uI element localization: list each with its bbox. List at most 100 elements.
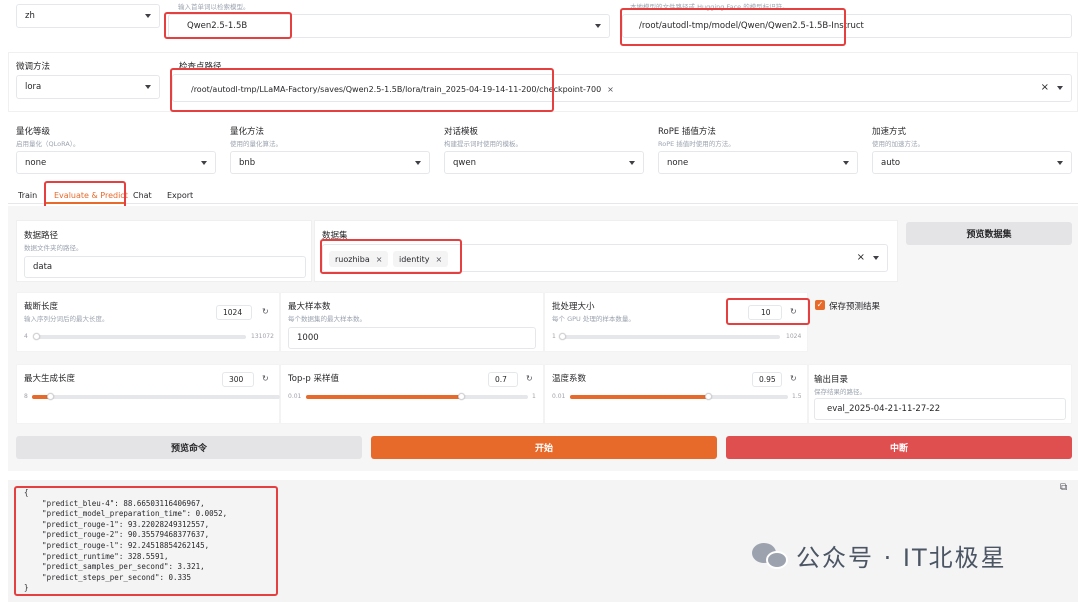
clear-icon[interactable]: × <box>1041 82 1049 93</box>
tab-chat[interactable]: Chat <box>133 191 152 200</box>
watermark: 公众号 · IT北极星 <box>752 538 1007 573</box>
dataset-dir-info: 数据文件夹的路径。 <box>24 244 83 252</box>
maxnew-track[interactable] <box>32 395 280 399</box>
outdir-info: 保存结果的路径。 <box>814 388 866 396</box>
topp-max: 1 <box>532 393 536 400</box>
quant-bit-value: none <box>25 157 47 168</box>
close-icon[interactable]: × <box>607 85 614 94</box>
quant-method-label: 量化方法 <box>230 127 265 137</box>
tab-export[interactable]: Export <box>167 191 193 200</box>
topp-value: 0.7 <box>495 375 507 384</box>
reset-icon[interactable]: ↻ <box>790 374 797 383</box>
dataset-dir-value: data <box>33 262 53 272</box>
maxnew-value: 300 <box>229 375 244 384</box>
preview-command-button[interactable]: 预览命令 <box>16 436 362 459</box>
chevron-down-icon <box>145 14 151 18</box>
reset-icon[interactable]: ↻ <box>262 374 269 383</box>
model-hint: 输入首单词以检索模型。 <box>178 3 250 11</box>
finetune-method-value: lora <box>25 82 42 92</box>
abort-button[interactable]: 中断 <box>726 436 1072 459</box>
temp-thumb[interactable] <box>704 393 712 400</box>
chevron-down-icon <box>843 160 849 165</box>
outdir-label: 输出目录 <box>814 375 849 385</box>
quant-bit-label: 量化等级 <box>16 127 51 137</box>
rope-label: RoPE 插值方法 <box>658 127 716 137</box>
save-predict-checkbox[interactable]: ✓ <box>815 300 825 310</box>
highlight-model-name <box>164 12 292 39</box>
temp-min: 0.01 <box>552 393 566 400</box>
quant-method-info: 使用的量化算法。 <box>230 140 282 148</box>
booster-info: 使用的加速方法。 <box>872 140 924 148</box>
copy-icon[interactable]: ⧉ <box>1060 482 1067 493</box>
booster-select[interactable]: auto <box>872 151 1072 174</box>
temp-value: 0.95 <box>759 375 776 384</box>
watermark-text: 公众号 · IT北极星 <box>796 544 1007 572</box>
batch-min: 1 <box>552 333 556 340</box>
start-button[interactable]: 开始 <box>371 436 717 459</box>
rope-value: none <box>667 157 689 168</box>
highlight-model-path <box>620 8 846 46</box>
dataset-dir-label: 数据路径 <box>24 231 59 241</box>
tab-train[interactable]: Train <box>18 191 37 200</box>
language-select[interactable]: zh <box>16 4 160 28</box>
reset-icon[interactable]: ↻ <box>526 374 533 383</box>
chevron-down-icon <box>1057 86 1063 90</box>
chevron-down-icon <box>629 160 635 165</box>
topp-label: Top-p 采样值 <box>288 374 340 384</box>
clear-icon[interactable]: × <box>857 252 865 263</box>
maxnew-thumb[interactable] <box>46 393 54 400</box>
batch-info: 每个 GPU 处理的样本数量。 <box>552 315 635 323</box>
maxsamples-value: 1000 <box>297 333 319 343</box>
cutoff-min: 4 <box>24 333 28 340</box>
highlight-dataset <box>320 239 462 274</box>
save-predict-label: 保存预测结果 <box>829 302 881 312</box>
topp-thumb[interactable] <box>457 393 465 400</box>
highlight-batch <box>726 298 810 325</box>
cutoff-track[interactable] <box>34 335 246 339</box>
temp-label: 温度系数 <box>552 374 587 384</box>
quant-bit-select[interactable]: none <box>16 151 216 174</box>
batch-thumb[interactable] <box>558 333 566 340</box>
chevron-down-icon <box>145 85 151 89</box>
batch-max: 1024 <box>786 333 802 340</box>
batch-label: 批处理大小 <box>552 302 595 312</box>
temp-number[interactable]: 0.95 <box>752 372 782 387</box>
outdir-input[interactable]: eval_2025-04-21-11-27-22 <box>814 398 1066 420</box>
cutoff-label: 截断长度 <box>24 302 59 312</box>
language-value: zh <box>25 11 35 21</box>
maxnew-min: 8 <box>24 393 28 400</box>
topp-fill <box>306 395 461 399</box>
tab-bar <box>8 203 1078 204</box>
finetune-method-label: 微调方法 <box>16 62 51 72</box>
wechat-icon <box>752 541 790 571</box>
outdir-value: eval_2025-04-21-11-27-22 <box>827 404 941 414</box>
highlight-checkpoint <box>170 68 554 112</box>
temp-fill <box>570 395 708 399</box>
chevron-down-icon <box>595 24 601 28</box>
topp-number[interactable]: 0.7 <box>488 372 518 387</box>
batch-track[interactable] <box>560 335 780 339</box>
preview-dataset-button[interactable]: 预览数据集 <box>906 222 1072 245</box>
chevron-down-icon <box>201 160 207 165</box>
maxsamples-input[interactable]: 1000 <box>288 327 536 349</box>
template-value: qwen <box>453 157 476 168</box>
rope-select[interactable]: none <box>658 151 858 174</box>
cutoff-value: 1024 <box>223 308 243 317</box>
reset-icon[interactable]: ↻ <box>262 307 269 316</box>
booster-value: auto <box>881 157 901 168</box>
template-label: 对话模板 <box>444 127 479 137</box>
maxsamples-info: 每个数据集的最大样本数。 <box>288 315 366 323</box>
maxnew-number[interactable]: 300 <box>222 372 254 387</box>
dataset-dir-input[interactable]: data <box>24 256 306 278</box>
quant-method-select[interactable]: bnb <box>230 151 430 174</box>
maxnew-label: 最大生成长度 <box>24 374 76 384</box>
template-select[interactable]: qwen <box>444 151 644 174</box>
rope-info: RoPE 插值时使用的方法。 <box>658 140 735 148</box>
chevron-down-icon <box>1057 160 1063 165</box>
cutoff-number[interactable]: 1024 <box>216 305 252 320</box>
topp-min: 0.01 <box>288 393 302 400</box>
finetune-method-select[interactable]: lora <box>16 75 160 99</box>
cutoff-thumb[interactable] <box>32 333 40 340</box>
template-info: 构建提示词时使用的模板。 <box>444 140 522 148</box>
booster-label: 加速方式 <box>872 127 907 137</box>
